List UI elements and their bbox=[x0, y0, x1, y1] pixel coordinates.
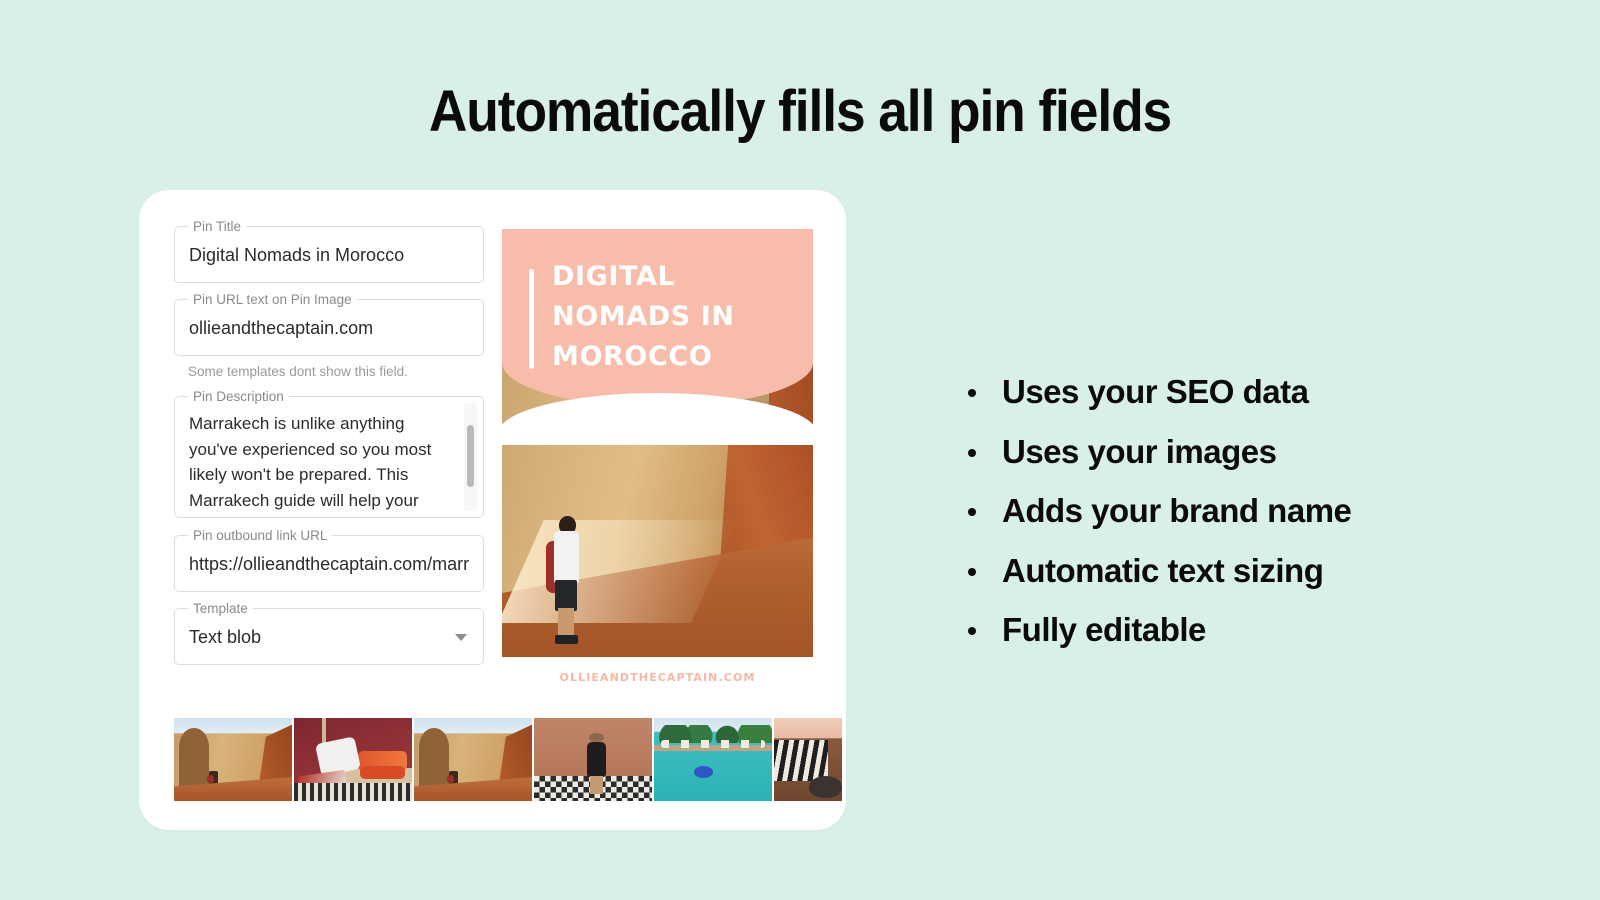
description-scrollbar-thumb[interactable] bbox=[467, 425, 474, 487]
pin-description-textarea[interactable]: Marrakech is unlike anything you've expe… bbox=[189, 411, 457, 513]
thumb-cushion-2 bbox=[360, 766, 405, 780]
thumbnail-woman-tiles[interactable] bbox=[534, 718, 652, 801]
thumbnail-riad[interactable] bbox=[294, 718, 412, 801]
field-template[interactable]: Template Text blob bbox=[174, 601, 484, 665]
field-label-pin-url-text: Pin URL text on Pin Image bbox=[188, 292, 357, 308]
thumbnail-alley-2[interactable] bbox=[414, 718, 532, 801]
field-pin-url-text[interactable]: Pin URL text on Pin Image ollieandthecap… bbox=[174, 292, 484, 356]
field-pin-outbound-link[interactable]: Pin outbound link URL https://ollieandth… bbox=[174, 528, 484, 592]
description-scrollbar[interactable] bbox=[464, 403, 477, 511]
list-item: Uses your images bbox=[960, 422, 1540, 482]
pin-overlay-title: Digital Nomads in Morocco bbox=[552, 261, 735, 372]
feature-list: Uses your SEO data Uses your images Adds… bbox=[960, 362, 1540, 660]
pin-url-helper-text: Some templates dont show this field. bbox=[188, 364, 408, 379]
list-item: Fully editable bbox=[960, 600, 1540, 660]
thumb-art bbox=[534, 718, 652, 801]
thumb-woman bbox=[584, 732, 610, 795]
thumb-art bbox=[174, 718, 292, 801]
thumbnail-market[interactable] bbox=[774, 718, 842, 801]
pin-preview: Digital Nomads in Morocco ollieandthecap… bbox=[502, 229, 813, 684]
chevron-down-icon[interactable] bbox=[455, 633, 467, 641]
list-item: Automatic text sizing bbox=[960, 541, 1540, 601]
thumb-float bbox=[694, 766, 713, 778]
list-item: Uses your SEO data bbox=[960, 362, 1540, 422]
thumb-art bbox=[414, 718, 532, 801]
thumb-right-wall bbox=[256, 724, 292, 801]
thumb-arch bbox=[418, 727, 450, 788]
pin-accent-bar bbox=[529, 269, 534, 369]
pin-form: Pin Title Digital Nomads in Morocco Pin … bbox=[174, 219, 484, 681]
pin-url-text-input[interactable]: ollieandthecaptain.com bbox=[175, 300, 483, 355]
thumb-figure bbox=[206, 771, 218, 790]
field-label-template: Template bbox=[188, 601, 253, 617]
thumb-figure bbox=[446, 771, 458, 790]
thumb-right-wall bbox=[496, 724, 532, 801]
thumbnail-alley-1[interactable] bbox=[174, 718, 292, 801]
thumb-rug bbox=[294, 782, 412, 801]
photo-shorts bbox=[555, 579, 578, 611]
field-label-pin-title: Pin Title bbox=[188, 219, 247, 235]
thumb-stripes bbox=[774, 739, 829, 782]
thumb-umbrellas bbox=[661, 739, 765, 748]
thumb-arch bbox=[178, 727, 210, 788]
photo-shoes bbox=[555, 635, 578, 645]
template-select-value[interactable]: Text blob bbox=[175, 609, 483, 664]
thumb-art bbox=[294, 718, 412, 801]
image-thumbnail-strip[interactable] bbox=[174, 718, 842, 801]
photo-legs bbox=[557, 608, 574, 637]
thumb-art bbox=[654, 718, 772, 801]
pin-footer-url: ollieandthecaptain.com bbox=[559, 671, 756, 684]
pin-outbound-link-input[interactable]: https://ollieandthecaptain.com/marr bbox=[175, 536, 483, 591]
field-pin-description[interactable]: Pin Description Marrakech is unlike anyt… bbox=[174, 389, 484, 518]
field-pin-title[interactable]: Pin Title Digital Nomads in Morocco bbox=[174, 219, 484, 283]
page-title: Automatically fills all pin fields bbox=[428, 79, 1172, 144]
thumbnail-pool[interactable] bbox=[654, 718, 772, 801]
photo-traveler bbox=[545, 515, 586, 645]
thumb-art bbox=[774, 718, 842, 801]
photo-shirt bbox=[553, 531, 579, 583]
pin-editor-card: Pin Title Digital Nomads in Morocco Pin … bbox=[139, 190, 846, 830]
field-label-pin-outbound-link: Pin outbound link URL bbox=[188, 528, 333, 544]
list-item: Adds your brand name bbox=[960, 481, 1540, 541]
thumb-pots bbox=[809, 776, 842, 798]
pin-preview-image: Digital Nomads in Morocco bbox=[502, 229, 813, 657]
pin-title-input[interactable]: Digital Nomads in Morocco bbox=[175, 227, 483, 282]
